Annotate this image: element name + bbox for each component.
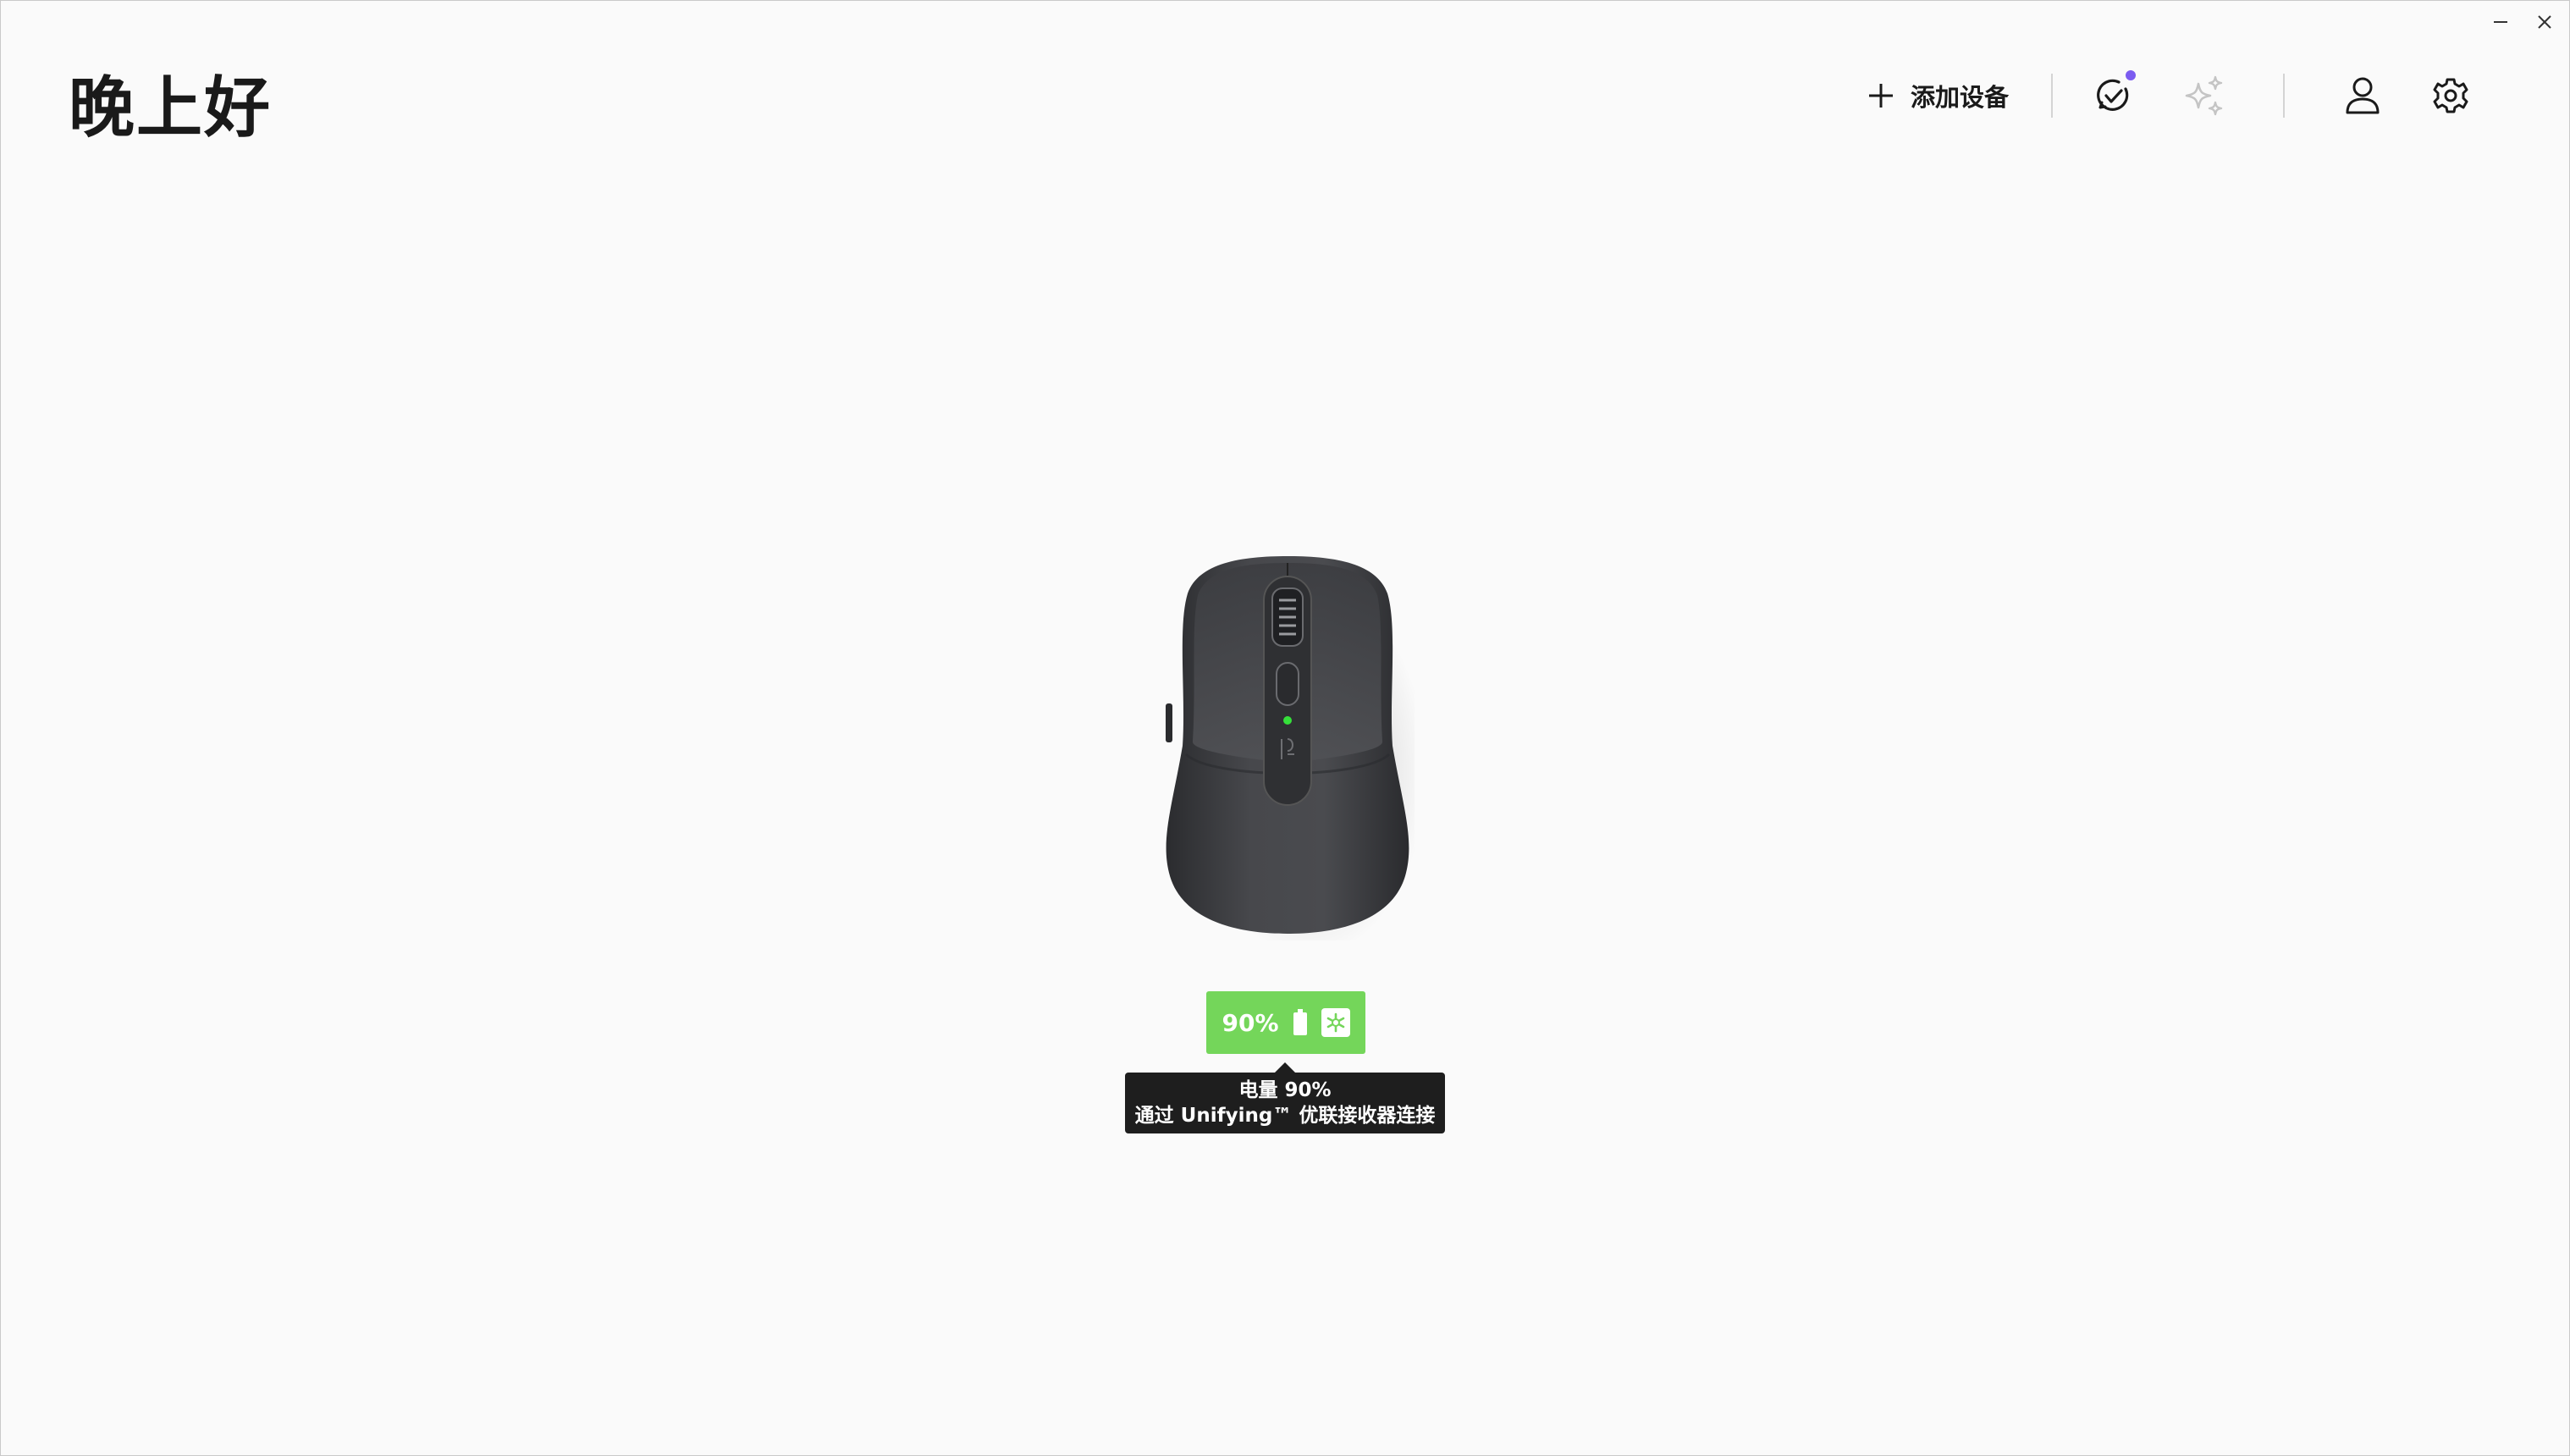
update-notification-dot	[2126, 70, 2136, 80]
sparkle-icon	[2185, 75, 2223, 116]
check-update-icon	[2097, 79, 2129, 111]
close-icon	[2538, 15, 2551, 29]
tooltip-battery-line: 电量 90%	[1238, 1079, 1332, 1101]
device-mouse-image[interactable]	[1161, 551, 1427, 957]
tooltip-connection-line: 通过 Unifying™ 优联接收器连接	[1134, 1105, 1436, 1127]
account-button[interactable]	[2336, 69, 2390, 123]
toolbar-divider	[2051, 74, 2053, 118]
close-button[interactable]	[2532, 9, 2557, 35]
top-toolbar: 添加设备	[1858, 65, 2478, 126]
add-device-label: 添加设备	[1910, 83, 2009, 112]
smart-actions-button[interactable]	[2178, 69, 2232, 123]
settings-button[interactable]	[2424, 69, 2478, 123]
updates-button[interactable]	[2087, 69, 2141, 123]
battery-tooltip: 电量 90% 通过 Unifying™ 优联接收器连接	[1125, 1062, 1445, 1133]
battery-icon	[1293, 1009, 1307, 1035]
gear-icon	[2433, 78, 2468, 113]
greeting-title: 晚上好	[69, 70, 273, 146]
unifying-receiver-icon	[1321, 1008, 1350, 1037]
battery-status-badge[interactable]: 90%	[1206, 991, 1365, 1054]
user-icon	[2346, 77, 2380, 114]
toolbar-divider	[2283, 74, 2285, 118]
battery-percent-label: 90%	[1222, 1008, 1279, 1037]
plus-icon	[1868, 84, 1893, 108]
mouse-illustration	[1166, 556, 1427, 957]
minimize-icon	[2494, 21, 2507, 23]
add-device-button[interactable]: 添加设备	[1858, 78, 2017, 113]
app-window: 晚上好 添加设备 90% 电量 90% 通过 Unifying™ 优联接收器连接	[0, 0, 2570, 1456]
minimize-button[interactable]	[2488, 9, 2513, 35]
window-controls	[2488, 9, 2557, 35]
